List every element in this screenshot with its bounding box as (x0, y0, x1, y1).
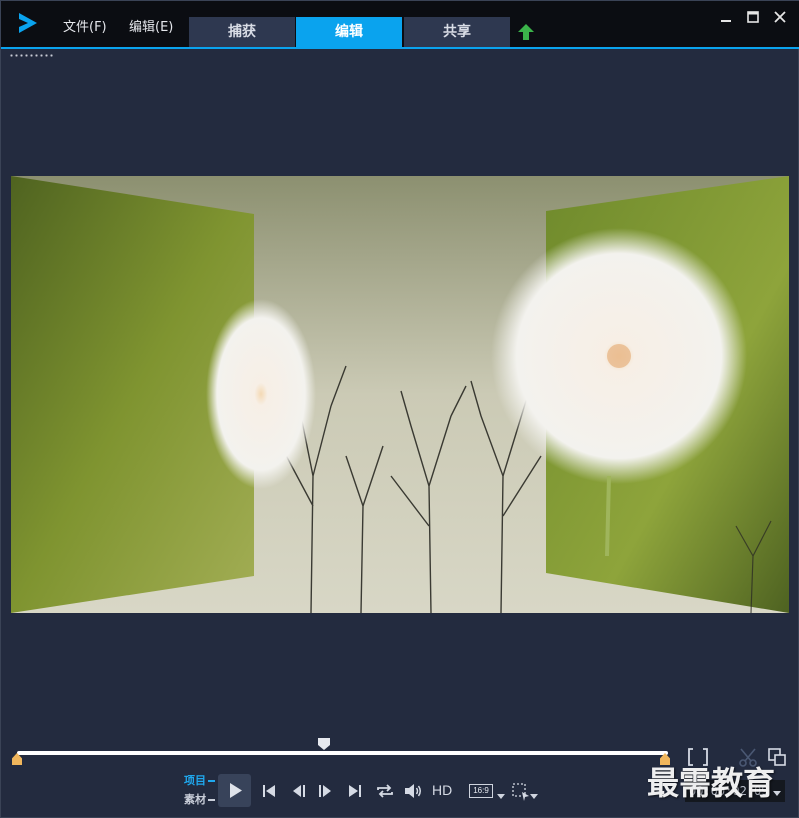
playhead-handle[interactable] (317, 737, 331, 751)
crop-select-icon[interactable] (511, 782, 531, 802)
watermark-text: 最需教育 (647, 764, 776, 802)
app-logo-icon (19, 13, 37, 33)
title-bar: 文件(F) 编辑(E) 捕获 编辑 共享 (1, 1, 799, 47)
mode-clip-toggle[interactable]: 素材 (184, 791, 215, 807)
close-button[interactable] (771, 8, 789, 26)
go-to-end-icon[interactable] (345, 781, 365, 801)
aspect-ratio-button[interactable]: 16:9 (469, 784, 493, 798)
menu-file[interactable]: 文件(F) (63, 16, 107, 35)
repeat-icon[interactable] (375, 781, 395, 801)
close-icon (774, 11, 786, 23)
tab-edit[interactable]: 编辑 (296, 17, 402, 47)
timeline-scrubber[interactable] (17, 751, 668, 755)
tab-capture[interactable]: 捕获 (189, 17, 295, 47)
mode-project-toggle[interactable]: 项目 (184, 772, 215, 788)
video-preview[interactable] (11, 176, 789, 613)
next-frame-icon[interactable] (315, 781, 335, 801)
app-window: 文件(F) 编辑(E) 捕获 编辑 共享 项目 素材 HD 16:9 00:00… (0, 0, 799, 818)
tab-accent-line (1, 47, 799, 49)
play-icon (230, 783, 242, 798)
maximize-button[interactable] (744, 8, 762, 26)
minimize-icon (721, 20, 731, 22)
menu-edit[interactable]: 编辑(E) (129, 16, 173, 35)
mode-project-label: 项目 (184, 774, 206, 787)
maximize-icon (747, 11, 759, 23)
mode-clip-label: 素材 (184, 793, 206, 806)
tab-share[interactable]: 共享 (404, 17, 510, 47)
go-to-start-icon[interactable] (259, 781, 279, 801)
minimize-button[interactable] (717, 8, 735, 26)
hd-toggle[interactable]: HD (432, 782, 452, 798)
preview-frame-image (11, 176, 789, 613)
previous-frame-icon[interactable] (289, 781, 309, 801)
crop-dropdown-icon[interactable] (530, 794, 538, 799)
volume-icon[interactable] (403, 781, 423, 801)
upload-icon[interactable] (517, 23, 535, 41)
drag-handle-dots[interactable] (9, 54, 55, 57)
aspect-ratio-dropdown-icon[interactable] (497, 794, 505, 799)
play-button[interactable] (218, 774, 251, 807)
